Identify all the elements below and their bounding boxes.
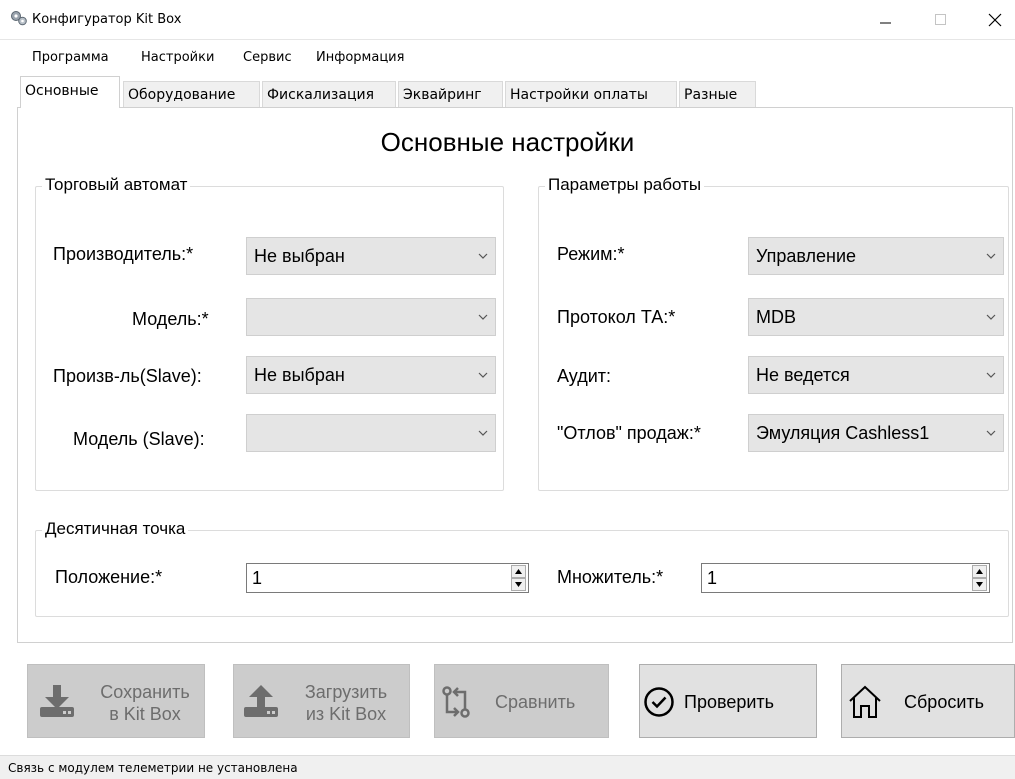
reset-button[interactable]: Сбросить	[841, 664, 1015, 738]
audit-label: Аудит:	[557, 366, 612, 386]
vending-group-title: Торговый автомат	[42, 175, 191, 195]
home-icon	[849, 685, 881, 718]
upload-icon	[244, 685, 278, 717]
window-title: Конфигуратор Kit Box	[32, 12, 182, 27]
page-title: Основные настройки	[380, 127, 635, 157]
spin-down-button[interactable]	[972, 578, 987, 591]
save-to-kitbox-button[interactable]: Сохранить в Kit Box	[27, 664, 205, 738]
chevron-down-icon	[478, 372, 488, 378]
model-select[interactable]	[246, 298, 496, 336]
manufacturer-slave-select[interactable]: Не выбран	[246, 356, 496, 394]
compare-button[interactable]: Сравнить	[434, 664, 609, 738]
load-line2: из Kit Box	[305, 704, 387, 724]
maximize-icon	[935, 14, 946, 25]
mode-value: Управление	[756, 246, 857, 266]
multiplier-label: Множитель:*	[557, 567, 664, 587]
manufacturer-slave-label: Произв-ль(Slave):	[53, 366, 202, 386]
close-button[interactable]	[972, 0, 1015, 40]
menu-info[interactable]: Информация	[316, 50, 404, 65]
triangle-up-icon	[515, 569, 522, 574]
position-stepper[interactable]: 1	[246, 563, 529, 593]
compare-icon	[442, 686, 470, 718]
manufacturer-label: Производитель:*	[53, 244, 194, 264]
minimize-icon	[880, 22, 891, 24]
save-line2: в Kit Box	[109, 704, 181, 724]
position-label: Положение:*	[55, 567, 163, 587]
tab-misc[interactable]: Разные	[679, 81, 756, 107]
tab-equipment[interactable]: Оборудование	[123, 81, 260, 107]
manufacturer-value: Не выбран	[254, 246, 345, 266]
compare-label: Сравнить	[495, 692, 576, 712]
close-icon	[988, 13, 1002, 27]
tab-acquiring[interactable]: Эквайринг	[398, 81, 503, 107]
position-value: 1	[252, 568, 263, 588]
protocol-label: Протокол ТА:*	[557, 307, 676, 327]
chevron-down-icon	[986, 314, 996, 320]
decimal-group-title: Десятичная точка	[42, 519, 189, 539]
status-text: Связь с модулем телеметрии не установлен…	[8, 761, 298, 775]
audit-value: Не ведется	[756, 365, 850, 385]
sales-capture-label: "Отлов" продаж:*	[557, 423, 701, 443]
mode-label: Режим:*	[557, 244, 625, 264]
triangle-down-icon	[976, 582, 983, 587]
menu-program[interactable]: Программа	[32, 50, 109, 65]
minimize-button[interactable]	[863, 0, 909, 40]
manufacturer-slave-value: Не выбран	[254, 365, 345, 385]
mode-select[interactable]: Управление	[748, 237, 1004, 275]
multiplier-value: 1	[707, 568, 718, 588]
chevron-down-icon	[986, 253, 996, 259]
model-slave-select[interactable]	[246, 414, 496, 452]
check-label: Проверить	[684, 692, 775, 712]
maximize-button[interactable]	[918, 0, 964, 40]
menu-settings[interactable]: Настройки	[141, 50, 214, 65]
sales-capture-select[interactable]: Эмуляция Cashless1	[748, 414, 1004, 452]
model-slave-label: Модель (Slave):	[73, 429, 205, 449]
protocol-select[interactable]: MDB	[748, 298, 1004, 336]
manufacturer-select[interactable]: Не выбран	[246, 237, 496, 275]
sales-capture-value: Эмуляция Cashless1	[756, 423, 930, 443]
load-from-kitbox-button[interactable]: Загрузить из Kit Box	[233, 664, 410, 738]
chevron-down-icon	[478, 314, 488, 320]
spin-up-button[interactable]	[511, 565, 526, 578]
chevron-down-icon	[478, 430, 488, 436]
title-bar: Конфигуратор Kit Box	[0, 0, 1015, 40]
params-group-title: Параметры работы	[545, 175, 705, 195]
protocol-value: MDB	[756, 307, 796, 327]
gears-icon	[11, 11, 27, 26]
save-line1: Сохранить	[100, 682, 190, 702]
tab-fiscalization[interactable]: Фискализация	[262, 81, 396, 107]
spin-up-button[interactable]	[972, 565, 987, 578]
spin-down-button[interactable]	[511, 578, 526, 591]
status-bar: Связь с модулем телеметрии не установлен…	[0, 755, 1015, 779]
triangle-up-icon	[976, 569, 983, 574]
chevron-down-icon	[478, 253, 488, 259]
menu-bar: Программа Настройки Сервис Информация	[0, 43, 1015, 71]
audit-select[interactable]: Не ведется	[748, 356, 1004, 394]
tab-main[interactable]: Основные	[20, 76, 120, 108]
check-circle-icon	[644, 687, 674, 717]
download-icon	[40, 685, 74, 717]
reset-label: Сбросить	[904, 692, 985, 712]
menu-service[interactable]: Сервис	[243, 50, 292, 65]
chevron-down-icon	[986, 430, 996, 436]
model-label: Модель:*	[132, 309, 209, 329]
check-button[interactable]: Проверить	[639, 664, 817, 738]
load-line1: Загрузить	[304, 682, 388, 702]
tab-payment-settings[interactable]: Настройки оплаты	[505, 81, 677, 107]
tab-strip: Основные Оборудование Фискализация Эквай…	[0, 76, 1015, 108]
triangle-down-icon	[515, 582, 522, 587]
multiplier-stepper[interactable]: 1	[701, 563, 990, 593]
chevron-down-icon	[986, 372, 996, 378]
